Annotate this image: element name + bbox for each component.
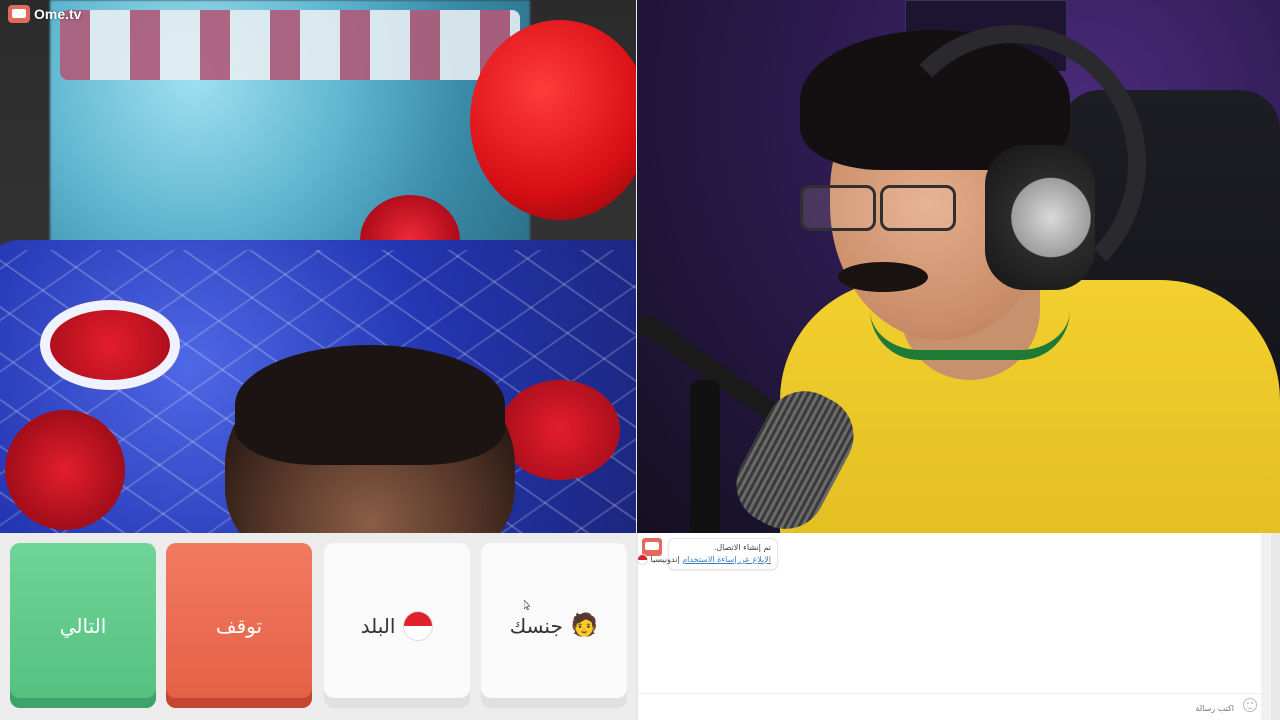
system-message-line2: الإبلاغ عن إساءة الاستخدام إندونيسيا — [636, 554, 771, 566]
gender-button[interactable]: جنسك 🧑 — [481, 543, 627, 708]
connection-status-text: تم إنشاء الاتصال. — [713, 543, 771, 552]
remote-video-pattern — [60, 10, 520, 80]
remote-video-decoration — [40, 300, 180, 390]
smile-icon[interactable] — [1243, 698, 1257, 712]
control-panel: التالي توقف البلد جنسك 🧑 — [0, 533, 636, 720]
self-video-mustache — [838, 262, 928, 292]
stop-button-label: توقف — [215, 613, 263, 638]
logo-icon — [642, 538, 662, 556]
indonesia-flag-icon — [636, 554, 648, 565]
system-message-bubble: تم إنشاء الاتصال. الإبلاغ عن إساءة الاست… — [636, 538, 778, 570]
system-message: تم إنشاء الاتصال. الإبلاغ عن إساءة الاست… — [636, 538, 778, 570]
remote-video-decoration — [5, 410, 125, 530]
chat-input-bar — [638, 693, 1261, 720]
remote-video-red-object — [470, 20, 636, 220]
mouse-cursor-icon — [524, 600, 530, 610]
person-emoji-icon: 🧑 — [570, 612, 599, 638]
indonesia-flag-icon — [403, 610, 434, 641]
self-video — [637, 0, 1280, 533]
app-logo[interactable]: Ome.tv — [8, 5, 81, 23]
next-button-label: التالي — [59, 613, 107, 638]
stop-button[interactable]: توقف — [166, 543, 312, 708]
remote-video-person-hair — [235, 345, 505, 465]
stranger-country-text: إندونيسيا — [650, 555, 680, 564]
self-video-headphone-ear — [985, 145, 1095, 290]
remote-video-decoration — [500, 380, 620, 480]
remote-video: Ome.tv — [0, 0, 636, 533]
next-button[interactable]: التالي — [10, 543, 156, 708]
chat-scrollbar[interactable] — [1261, 533, 1271, 720]
country-button-label: البلد — [360, 613, 396, 638]
report-abuse-link[interactable]: الإبلاغ عن إساءة الاستخدام — [682, 555, 771, 564]
self-video-mic-stand — [690, 380, 720, 533]
gender-button-label: جنسك — [509, 613, 563, 638]
logo-icon — [8, 5, 30, 23]
chat-panel: تم إنشاء الاتصال. الإبلاغ عن إساءة الاست… — [636, 533, 1271, 720]
chat-message-input[interactable] — [642, 698, 1236, 718]
logo-text: Ome.tv — [34, 6, 82, 22]
country-button[interactable]: البلد — [324, 543, 470, 708]
